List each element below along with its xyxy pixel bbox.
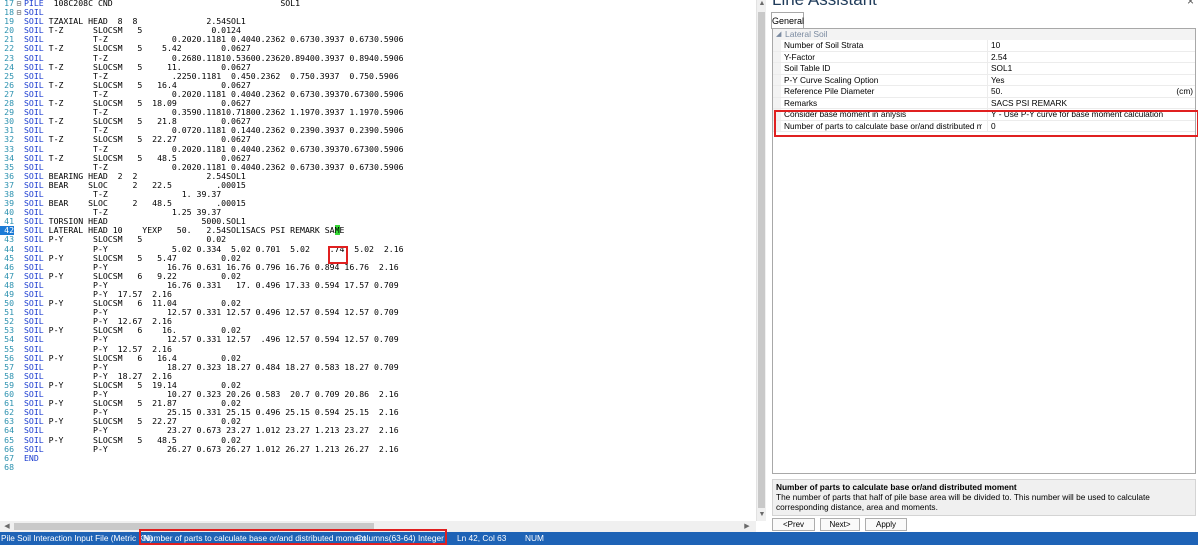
property-row[interactable]: Y-Factor 2.54 xyxy=(773,51,1195,63)
code-editor[interactable]: 17 ⊟ PILE 108C208C CND SOL1 18 ⊟ SOIL 19 SOIL T… xyxy=(0,0,756,521)
fold-toggle-icon[interactable]: ⊟ xyxy=(14,7,24,17)
property-name: Soil Table ID xyxy=(784,63,831,73)
property-value[interactable]: Yes xyxy=(987,74,1177,86)
code-line[interactable]: 66 SOIL P-Y 26.27 0.673 26.27 1.012 26.27… xyxy=(0,443,756,454)
category-label: Lateral Soil xyxy=(785,29,828,39)
property-value[interactable]: 50. xyxy=(987,86,1177,97)
line-keyword: END xyxy=(24,452,39,463)
line-text[interactable]: END xyxy=(24,452,39,463)
code-line[interactable]: 68 xyxy=(0,461,756,472)
row-gutter xyxy=(773,63,781,74)
line-assistant-panel: Line Assistant × General ◢ Lateral Soil … xyxy=(766,0,1198,532)
code-line[interactable]: 67 END xyxy=(0,452,756,463)
property-value[interactable]: 10 xyxy=(987,40,1177,51)
next-button[interactable]: Next> xyxy=(820,518,860,531)
property-name: Remarks xyxy=(784,97,818,108)
vertical-scrollbar[interactable]: ▲ ▼ xyxy=(756,0,766,521)
property-row[interactable]: Number of Soil Strata 10 xyxy=(773,40,1195,52)
line-text[interactable]: PILE 108C208C CND SOL1 xyxy=(24,0,300,8)
line-text[interactable]: SOIL P-Y 26.27 0.673 26.27 1.012 26.27 1… xyxy=(24,443,399,454)
property-grid: ◢ Lateral Soil Number of Soil Strata 10 Y-… xyxy=(772,28,1198,474)
selection-highlight-box xyxy=(774,110,1198,137)
property-unit: (cm) xyxy=(1176,86,1193,96)
collapse-icon[interactable]: ◢ xyxy=(776,29,781,40)
close-icon[interactable]: × xyxy=(1187,0,1194,8)
code-lines[interactable]: 17 ⊟ PILE 108C208C CND SOL1 18 ⊟ SOIL 19 SOIL T… xyxy=(0,0,756,472)
line-number: 68 xyxy=(4,461,14,472)
description-text: The number of parts that half of pile ba… xyxy=(776,492,1150,512)
prev-button[interactable]: <Prev xyxy=(772,518,815,531)
property-name: Reference Pile Diameter xyxy=(784,86,875,96)
row-gutter xyxy=(773,86,781,97)
description-title: Number of parts to calculate base or/and… xyxy=(776,482,1017,492)
property-name: Y-Factor xyxy=(784,51,816,62)
row-gutter xyxy=(773,40,781,51)
category-lateral-soil[interactable]: ◢ Lateral Soil xyxy=(773,29,1195,40)
property-row[interactable]: Remarks SACS PSI REMARK xyxy=(773,97,1195,109)
scroll-right-icon[interactable]: ▶ xyxy=(742,522,752,530)
line-content: 108C208C CND SOL1 xyxy=(43,0,301,8)
row-gutter xyxy=(773,97,781,108)
line-content: P-Y 26.27 0.673 26.27 1.012 26.27 1.213 … xyxy=(43,443,399,454)
property-name: P-Y Curve Scaling Option xyxy=(784,74,879,85)
vertical-scroll-thumb[interactable] xyxy=(758,12,765,508)
status-file-type: Pile Soil Interaction Input File (Metric… xyxy=(1,533,153,543)
scroll-left-icon[interactable]: ◀ xyxy=(2,522,12,530)
row-gutter xyxy=(773,74,781,85)
status-highlight-box xyxy=(139,529,447,545)
property-row[interactable]: P-Y Curve Scaling Option Yes xyxy=(773,74,1195,86)
panel-title: Line Assistant xyxy=(772,0,877,10)
line-content-after-cursor: E xyxy=(339,225,345,236)
status-position: Ln 42, Col 63 xyxy=(457,533,507,543)
tab-general[interactable]: General xyxy=(771,12,804,29)
apply-button[interactable]: Apply xyxy=(865,518,907,531)
code-line[interactable]: 17 ⊟ PILE 108C208C CND SOL1 xyxy=(0,0,756,8)
description-box: Number of parts to calculate base or/and… xyxy=(772,479,1196,516)
status-num: NUM xyxy=(525,533,544,543)
property-value[interactable]: SOL1 xyxy=(987,63,1177,74)
property-row[interactable]: Soil Table ID SOL1 xyxy=(773,63,1195,75)
field-highlight-box xyxy=(328,246,348,264)
property-name: Number of Soil Strata xyxy=(784,40,864,50)
property-row[interactable]: Reference Pile Diameter 50. (cm) xyxy=(773,86,1195,98)
property-value[interactable]: SACS PSI REMARK xyxy=(987,97,1177,109)
property-value[interactable]: 2.54 xyxy=(987,51,1177,63)
row-gutter xyxy=(773,51,781,62)
